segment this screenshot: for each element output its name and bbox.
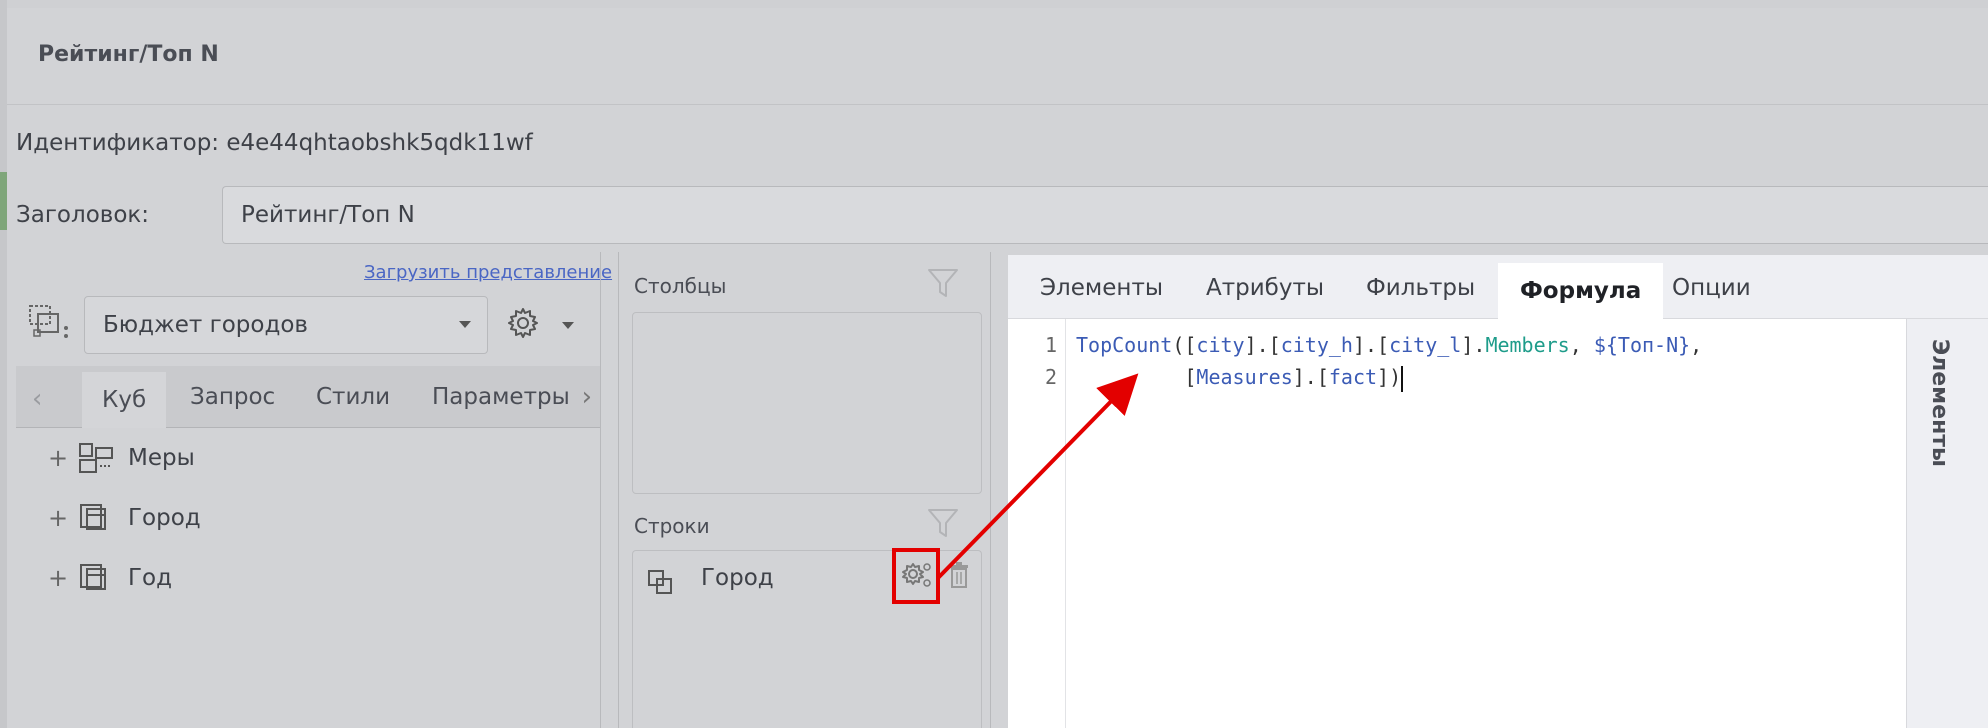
dialog-title: Рейтинг/Топ N	[38, 42, 219, 67]
gear-icon[interactable]	[506, 306, 540, 340]
tab-elements[interactable]: Элементы	[1040, 275, 1163, 301]
panel-divider	[600, 252, 601, 728]
identifier-text: Идентификатор: e4e44qhtaobshk5qdk11wf	[16, 130, 533, 156]
title-label: Заголовок:	[16, 202, 150, 228]
code-line-1[interactable]: TopCount([city].[city_h].[city_l].Member…	[1076, 333, 1702, 357]
side-panel-label: Элементы	[1927, 339, 1952, 467]
header-divider	[7, 104, 1988, 105]
tab-styles[interactable]: Стили	[316, 384, 390, 410]
tree-item-label: Меры	[128, 445, 195, 471]
expand-icon[interactable]: +	[48, 558, 68, 598]
cube-selector-icon	[29, 305, 68, 338]
background-edge	[0, 0, 7, 728]
tree-item-label: Год	[128, 565, 173, 591]
expand-icon[interactable]: +	[48, 498, 68, 538]
dimension-icon	[80, 564, 106, 590]
panel-divider	[618, 252, 619, 728]
dimension-icon	[80, 504, 106, 530]
load-view-link[interactable]: Загрузить представление	[364, 262, 612, 283]
text-cursor	[1401, 365, 1404, 392]
top-strip	[0, 0, 1988, 8]
editor-tabs: Элементы Атрибуты Фильтры Формула Опции	[1008, 255, 1988, 319]
rows-label: Строки	[634, 514, 710, 538]
tree-item-label: Город	[128, 505, 201, 531]
tab-options[interactable]: Опции	[1672, 275, 1751, 301]
code-line-2[interactable]: [Measures].[fact])	[1076, 365, 1404, 392]
background-accent	[0, 172, 7, 230]
hierarchy-icon	[648, 570, 672, 594]
field-settings-icon[interactable]	[901, 560, 933, 590]
settings-dropdown-icon[interactable]	[562, 322, 574, 329]
tab-formula[interactable]: Формула	[1498, 263, 1664, 319]
expand-icon[interactable]: +	[48, 438, 68, 478]
tab-parameters[interactable]: Параметры	[432, 384, 570, 410]
tab-attributes[interactable]: Атрибуты	[1206, 275, 1324, 301]
line-number: 2	[1044, 365, 1057, 389]
title-input[interactable]: Рейтинг/Топ N	[222, 186, 1988, 244]
left-tabs: ‹ Куб Запрос Стили Параметры ›	[16, 366, 600, 428]
chevron-left-icon[interactable]: ‹	[32, 384, 42, 414]
row-field-label: Город	[701, 565, 774, 591]
formula-editor-panel: Элементы Атрибуты Фильтры Формула Опции …	[1008, 255, 1988, 728]
tab-query[interactable]: Запрос	[190, 384, 275, 410]
columns-label: Столбцы	[634, 274, 727, 298]
measures-icon	[79, 443, 113, 473]
cube-select-value: Бюджет городов	[103, 312, 308, 338]
trash-icon[interactable]	[948, 562, 970, 588]
panel-divider	[990, 252, 991, 728]
chevron-right-icon[interactable]: ›	[582, 382, 592, 412]
line-gutter: 1 2	[1008, 319, 1066, 728]
line-number: 1	[1044, 333, 1057, 357]
chevron-down-icon	[459, 321, 471, 328]
cube-select[interactable]: Бюджет городов	[84, 296, 488, 354]
tab-filters[interactable]: Фильтры	[1366, 275, 1475, 301]
tab-cube[interactable]: Куб	[82, 372, 167, 428]
columns-drop-zone[interactable]	[632, 312, 982, 494]
filter-icon[interactable]	[926, 506, 960, 540]
elements-side-panel[interactable]: Элементы	[1906, 319, 1988, 728]
filter-icon[interactable]	[926, 266, 960, 300]
